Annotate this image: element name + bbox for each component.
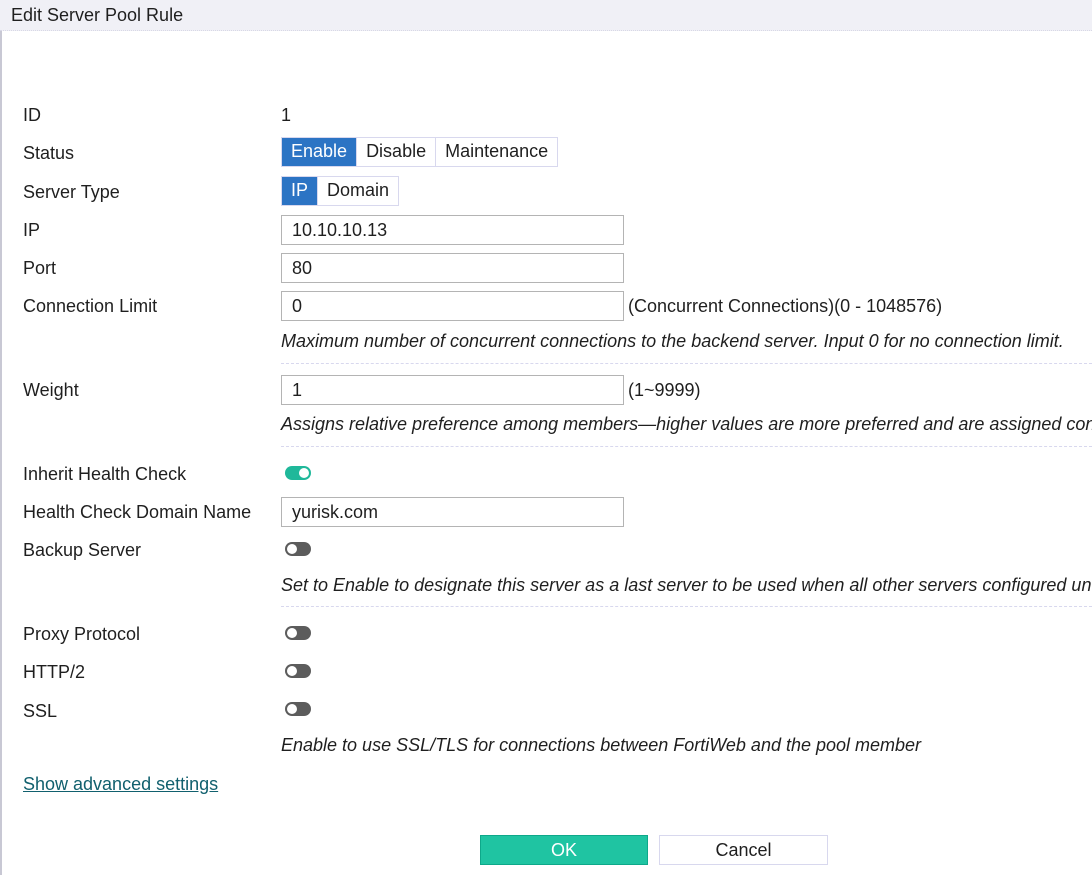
toggle-knob [287,628,297,638]
divider [281,606,1092,607]
status-segmented-control: Enable Disable Maintenance [281,137,559,167]
toggle-knob [299,468,309,478]
connection-limit-input[interactable] [281,291,624,321]
proxy-protocol-label: Proxy Protocol [23,624,141,644]
connection-limit-range: (Concurrent Connections)(0 - 1048576) [628,296,943,316]
ssl-help: Enable to use SSL/TLS for connections be… [281,735,922,755]
toggle-knob [287,704,297,714]
http2-toggle[interactable] [285,664,311,678]
inherit-health-check-toggle[interactable] [285,466,311,480]
proxy-protocol-toggle[interactable] [285,626,311,640]
health-check-domain-input[interactable] [281,497,624,527]
weight-input[interactable] [281,375,624,405]
backup-server-toggle[interactable] [285,542,311,556]
connection-limit-help: Maximum number of concurrent connections… [281,331,1064,351]
status-option-maintenance[interactable]: Maintenance [436,138,557,166]
ok-button[interactable]: OK [480,835,648,865]
ssl-label: SSL [23,701,58,721]
divider [281,446,1092,447]
dialog-title-bar: Edit Server Pool Rule [0,0,1092,31]
backup-server-label: Backup Server [23,540,142,560]
port-input[interactable] [281,253,624,283]
show-advanced-settings-link[interactable]: Show advanced settings [23,774,218,795]
http2-label: HTTP/2 [23,662,86,682]
id-label: ID [23,105,41,125]
inherit-health-check-label: Inherit Health Check [23,464,187,484]
backup-server-help: Set to Enable to designate this server a… [281,575,1092,595]
weight-help: Assigns relative preference among member… [281,414,1092,434]
server-type-segmented-control: IP Domain [281,176,400,206]
toggle-knob [287,666,297,676]
weight-label: Weight [23,380,79,400]
id-value: 1 [281,105,292,125]
status-option-disable[interactable]: Disable [357,138,437,166]
toggle-knob [287,544,297,554]
divider [281,363,1092,364]
ip-input[interactable] [281,215,624,245]
port-label: Port [23,258,57,278]
ip-label: IP [23,220,41,240]
connection-limit-label: Connection Limit [23,296,158,316]
server-type-label: Server Type [23,182,120,202]
dialog-left-border [0,0,2,875]
status-label: Status [23,143,75,163]
status-option-enable[interactable]: Enable [282,138,358,166]
server-type-option-ip[interactable]: IP [282,177,319,205]
health-check-domain-label: Health Check Domain Name [23,502,252,522]
ssl-toggle[interactable] [285,702,311,716]
server-type-option-domain[interactable]: Domain [318,177,398,205]
weight-range: (1~9999) [628,380,701,400]
dialog-title: Edit Server Pool Rule [11,5,184,25]
cancel-button[interactable]: Cancel [659,835,828,865]
